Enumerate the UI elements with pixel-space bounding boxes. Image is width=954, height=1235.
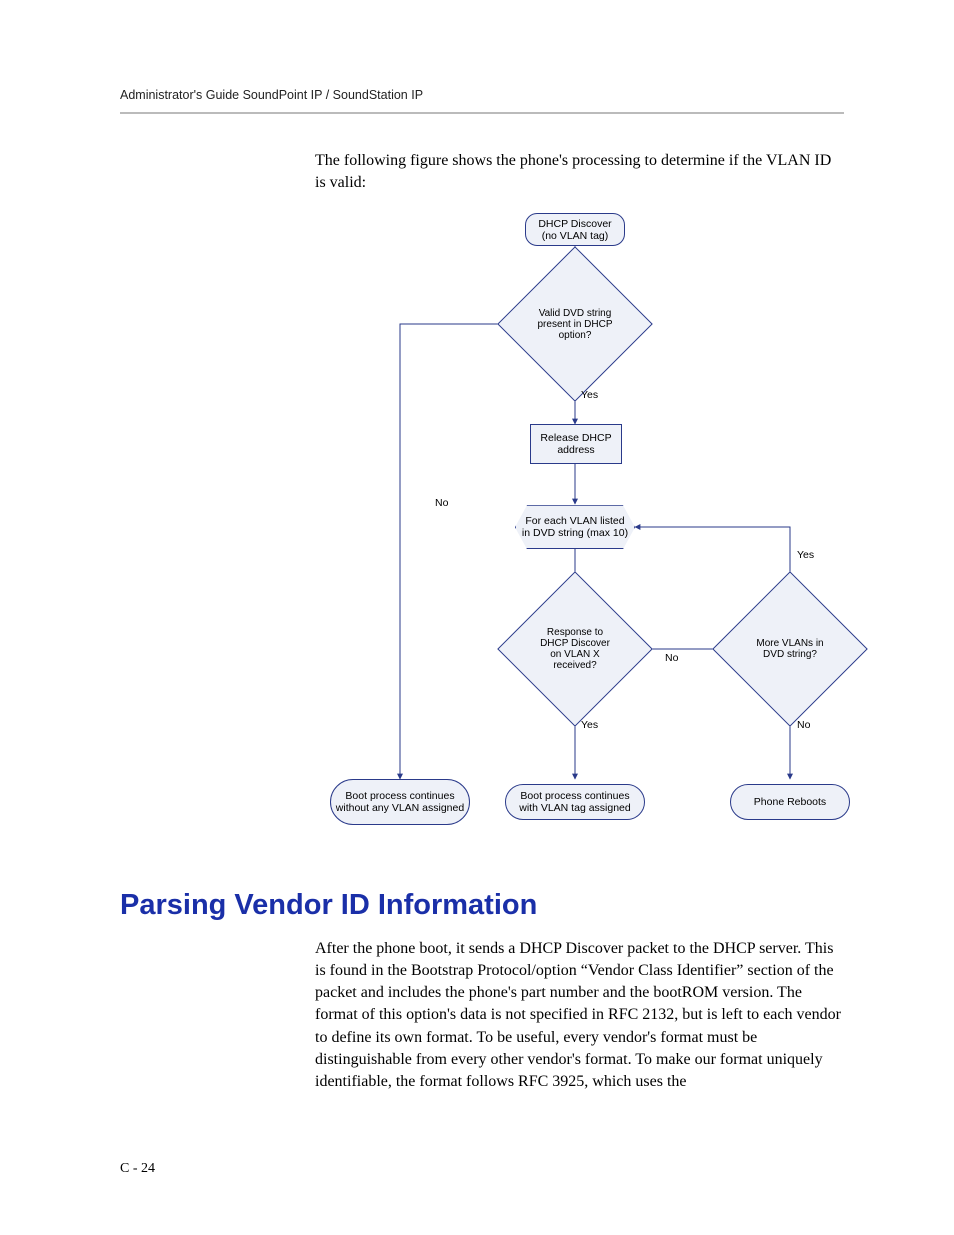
label-yes-2: Yes <box>581 719 598 731</box>
label-no-1: No <box>435 497 448 509</box>
flow-start: DHCP Discover (no VLAN tag) <box>525 213 625 246</box>
flow-loop-vlan: For each VLAN listed in DVD string (max … <box>515 505 635 549</box>
flow-process-release: Release DHCP address <box>530 424 622 464</box>
label-no-3: No <box>797 719 810 731</box>
page-number: C - 24 <box>120 1161 155 1177</box>
flow-decision-response-label: Response to DHCP Discover on VLAN X rece… <box>520 594 630 704</box>
flow-terminal-reboot: Phone Reboots <box>730 784 850 820</box>
flow-terminal-vlan-assigned: Boot process continues with VLAN tag ass… <box>505 784 645 820</box>
flow-decision-more-vlans: More VLANs in DVD string? <box>735 594 845 704</box>
flow-decision-more-vlans-label: More VLANs in DVD string? <box>735 594 845 704</box>
running-header: Administrator's Guide SoundPoint IP / So… <box>120 88 844 112</box>
label-yes-1: Yes <box>581 389 598 401</box>
header-rule <box>120 112 844 114</box>
flow-terminal-no-vlan: Boot process continues without any VLAN … <box>330 779 470 825</box>
label-no-2: No <box>665 652 678 664</box>
flow-decision-valid-dvd: Valid DVD string present in DHCP option? <box>520 269 630 379</box>
flow-decision-response: Response to DHCP Discover on VLAN X rece… <box>520 594 630 704</box>
figure-intro: The following figure shows the phone's p… <box>315 150 844 193</box>
label-yes-3: Yes <box>797 549 814 561</box>
flow-decision-valid-dvd-label: Valid DVD string present in DHCP option? <box>520 269 630 379</box>
flowchart: DHCP Discover (no VLAN tag) Valid DVD st… <box>315 209 954 849</box>
section-heading: Parsing Vendor ID Information <box>120 889 844 922</box>
section-body: After the phone boot, it sends a DHCP Di… <box>315 938 844 1093</box>
